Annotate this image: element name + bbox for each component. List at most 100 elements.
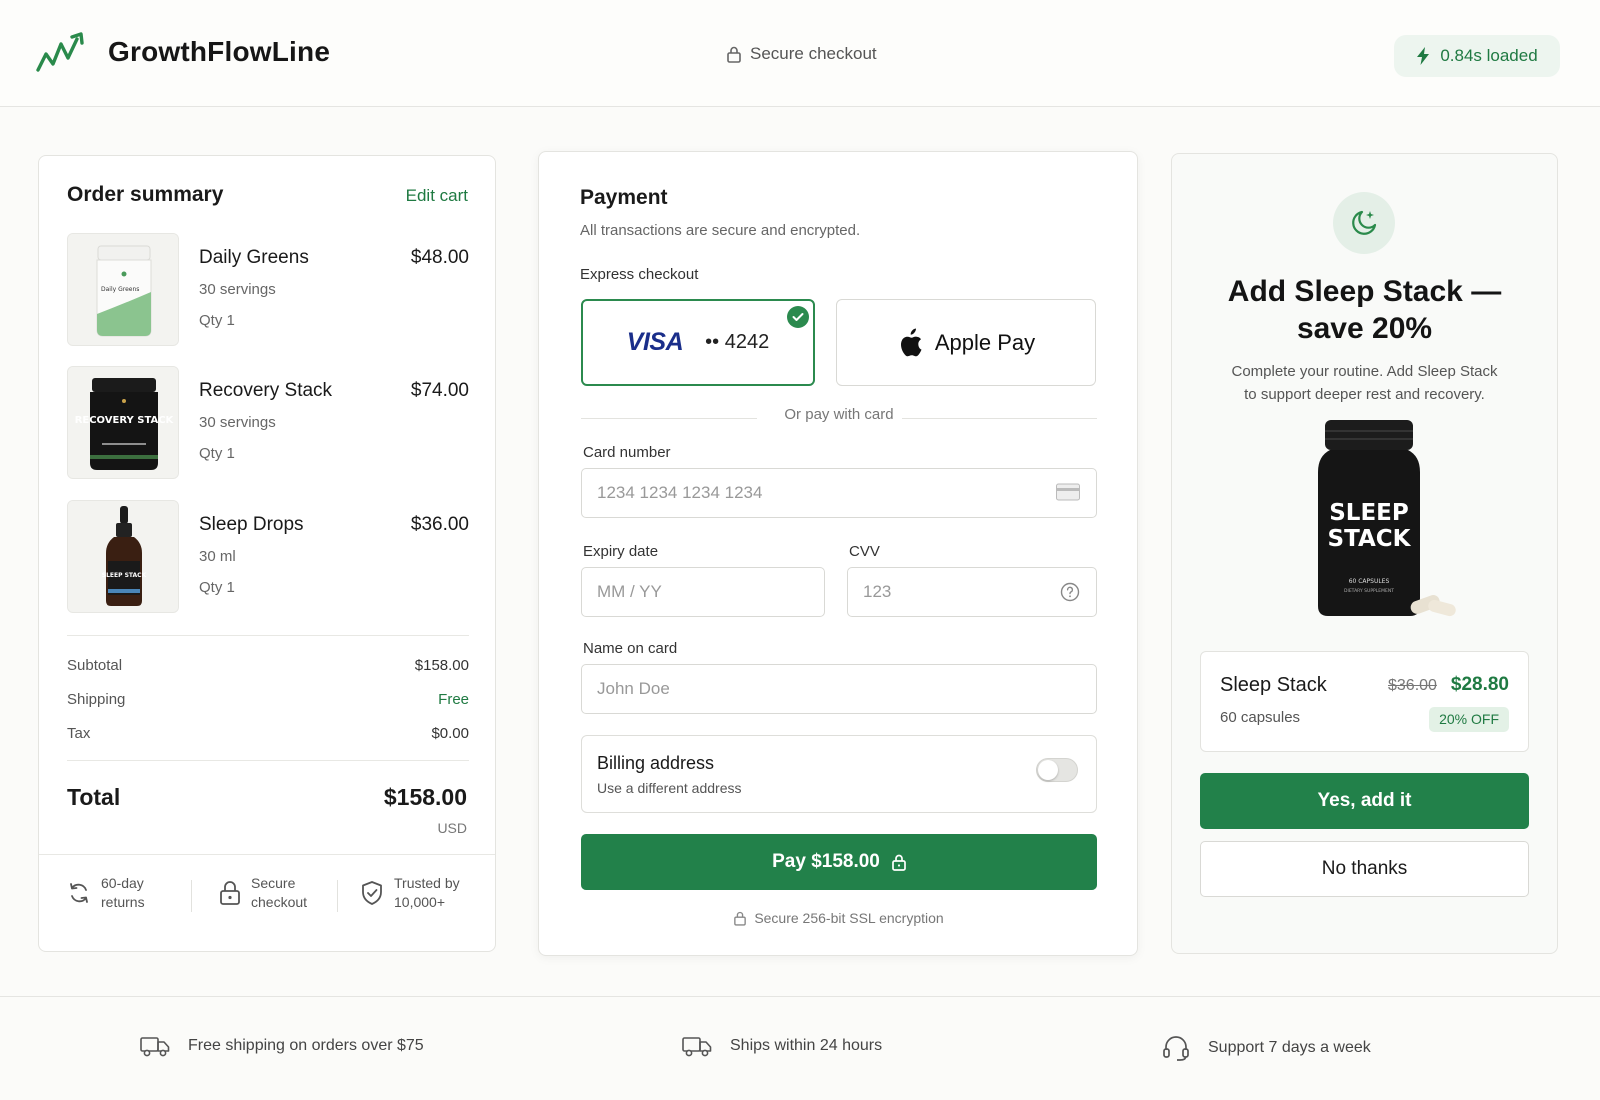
ssl-note: Secure 256-bit SSL encryption xyxy=(539,910,1139,926)
edit-cart-link[interactable]: Edit cart xyxy=(406,186,468,206)
upsell-title-line: Add Sleep Stack — xyxy=(1227,275,1502,308)
feature-support: Support 7 days a week xyxy=(1162,1035,1371,1061)
trust-secure: Secure checkout xyxy=(219,874,307,912)
shipping-label: Shipping xyxy=(67,691,126,708)
toggle-knob xyxy=(1038,760,1058,780)
expiry-date-input[interactable]: MM / YY xyxy=(581,567,825,617)
product-thumbnail: Daily Greens xyxy=(67,233,179,346)
upsell-description-line: to support deeper rest and recovery. xyxy=(1244,386,1485,403)
visa-logo: VISA xyxy=(626,328,684,356)
apple-logo-icon xyxy=(900,328,922,356)
cvv-label: CVV xyxy=(849,543,880,560)
thumb-label: RECOVERY STACK xyxy=(75,415,175,426)
cvv-input[interactable]: 123 xyxy=(847,567,1097,617)
total-currency: USD xyxy=(437,820,467,836)
subtotal-value: $158.00 xyxy=(414,657,469,674)
cvv-placeholder: 123 xyxy=(863,582,892,601)
moon-stars-icon xyxy=(1352,210,1377,235)
feature-text: Free shipping on orders over $75 xyxy=(188,1037,424,1054)
sleep-drops-bottle-image: SLEEP STACK xyxy=(68,501,178,612)
offer-discount-price: $28.80 xyxy=(1450,674,1509,695)
decline-upsell-button[interactable]: No thanks xyxy=(1200,841,1529,897)
billing-address-option: Billing address Use a different address xyxy=(581,735,1097,813)
bottle-label: SLEEP xyxy=(1329,500,1409,526)
billing-address-toggle[interactable] xyxy=(1036,758,1078,782)
item-price: $36.00 xyxy=(410,514,469,535)
shipping-value: Free xyxy=(438,691,469,708)
expiry-placeholder: MM / YY xyxy=(597,582,662,601)
tax-row: Tax $0.00 xyxy=(67,725,469,742)
separator xyxy=(337,880,338,912)
trust-line: Trusted by xyxy=(394,875,460,891)
item-variant: 30 ml xyxy=(199,548,236,565)
trust-returns: 60-day returns xyxy=(67,874,145,912)
card-number-placeholder: 1234 1234 1234 1234 xyxy=(597,483,763,502)
load-time-text: 0.84s loaded xyxy=(1440,46,1538,65)
subtotal-label: Subtotal xyxy=(67,657,123,674)
footer: Free shipping on orders over $75 Ships w… xyxy=(0,996,1600,1100)
saved-visa-card-option[interactable]: VISA •• 4242 xyxy=(581,299,815,386)
item-quantity: Qty 1 xyxy=(199,312,235,329)
apple-pay-button[interactable]: Apple Pay xyxy=(836,299,1096,386)
billing-address-title: Billing address xyxy=(597,753,715,773)
pay-button[interactable]: Pay $158.00 xyxy=(581,834,1097,890)
item-name: Recovery Stack xyxy=(199,380,333,401)
header: GrowthFlowLine Secure checkout 0.84s loa… xyxy=(0,0,1600,107)
shield-check-icon xyxy=(362,881,382,905)
lock-icon xyxy=(220,881,240,905)
truck-icon xyxy=(140,1037,170,1057)
order-summary-title: Order summary xyxy=(67,183,224,206)
apple-pay-label: Apple Pay xyxy=(934,329,1036,355)
cart-item-daily-greens[interactable]: Daily Greens Daily Greens 30 servings Qt… xyxy=(67,233,469,347)
name-placeholder: John Doe xyxy=(597,679,670,698)
lock-icon xyxy=(892,854,906,871)
upsell-offer-box: Sleep Stack 60 capsules $36.00 $28.80 20… xyxy=(1200,651,1529,752)
load-time-badge: 0.84s loaded xyxy=(1394,35,1560,77)
brand[interactable]: GrowthFlowLine xyxy=(36,30,330,74)
shipping-row: Shipping Free xyxy=(67,691,469,708)
moon-badge xyxy=(1333,192,1395,254)
ssl-note-text: Secure 256-bit SSL encryption xyxy=(754,910,944,926)
item-name: Daily Greens xyxy=(199,247,309,268)
tax-value: $0.00 xyxy=(431,725,469,742)
trust-line: returns xyxy=(101,894,145,910)
offer-product-name: Sleep Stack xyxy=(1220,674,1327,696)
thumb-label: SLEEP STACK xyxy=(102,572,147,579)
secure-checkout-text: Secure checkout xyxy=(750,44,877,63)
headset-icon xyxy=(1163,1036,1189,1061)
thumb-label: Daily Greens xyxy=(101,286,139,293)
product-thumbnail: SLEEP STACK xyxy=(67,500,179,613)
name-on-card-input[interactable]: John Doe xyxy=(581,664,1097,714)
upsell-title-line: save 20% xyxy=(1296,312,1433,345)
item-name: Sleep Drops xyxy=(199,514,304,535)
trust-line: 10,000+ xyxy=(394,894,445,910)
upsell-description: Complete your routine. Add Sleep Stack t… xyxy=(1172,360,1557,406)
or-pay-with-card-label: Or pay with card xyxy=(784,406,894,423)
bottle-label: STACK xyxy=(1328,526,1412,552)
trust-line: Secure xyxy=(251,875,296,891)
billing-address-subtitle: Use a different address xyxy=(597,780,742,796)
product-thumbnail: RECOVERY STACK xyxy=(67,366,179,479)
accept-upsell-button[interactable]: Yes, add it xyxy=(1200,773,1529,829)
cart-item-sleep-drops[interactable]: SLEEP STACK Sleep Drops 30 ml Qty 1 $36.… xyxy=(67,500,469,614)
expiry-date-label: Expiry date xyxy=(583,543,659,560)
help-circle-icon[interactable] xyxy=(1060,582,1080,602)
subtotal-row: Subtotal $158.00 xyxy=(67,657,469,674)
upsell-title: Add Sleep Stack — save 20% xyxy=(1172,273,1557,347)
refresh-icon xyxy=(70,883,88,903)
total-label: Total xyxy=(67,784,121,810)
card-number-label: Card number xyxy=(583,444,671,461)
divider xyxy=(902,418,1097,419)
card-number-input[interactable]: 1234 1234 1234 1234 xyxy=(581,468,1097,518)
lightning-icon xyxy=(1417,47,1430,65)
cart-item-recovery-stack[interactable]: RECOVERY STACK Recovery Stack 30 serving… xyxy=(67,366,469,480)
item-variant: 30 servings xyxy=(199,414,276,431)
divider xyxy=(39,854,495,855)
bottle-caption: DIETARY SUPPLEMENT xyxy=(1344,588,1394,594)
lock-icon xyxy=(727,46,741,63)
sleep-stack-bottle-image: SLEEP STACK 60 CAPSULES DIETARY SUPPLEME… xyxy=(1318,420,1456,617)
item-variant: 30 servings xyxy=(199,281,276,298)
trust-line: 60-day xyxy=(101,875,144,891)
divider xyxy=(67,635,469,636)
payment-subtitle: All transactions are secure and encrypte… xyxy=(580,222,861,239)
